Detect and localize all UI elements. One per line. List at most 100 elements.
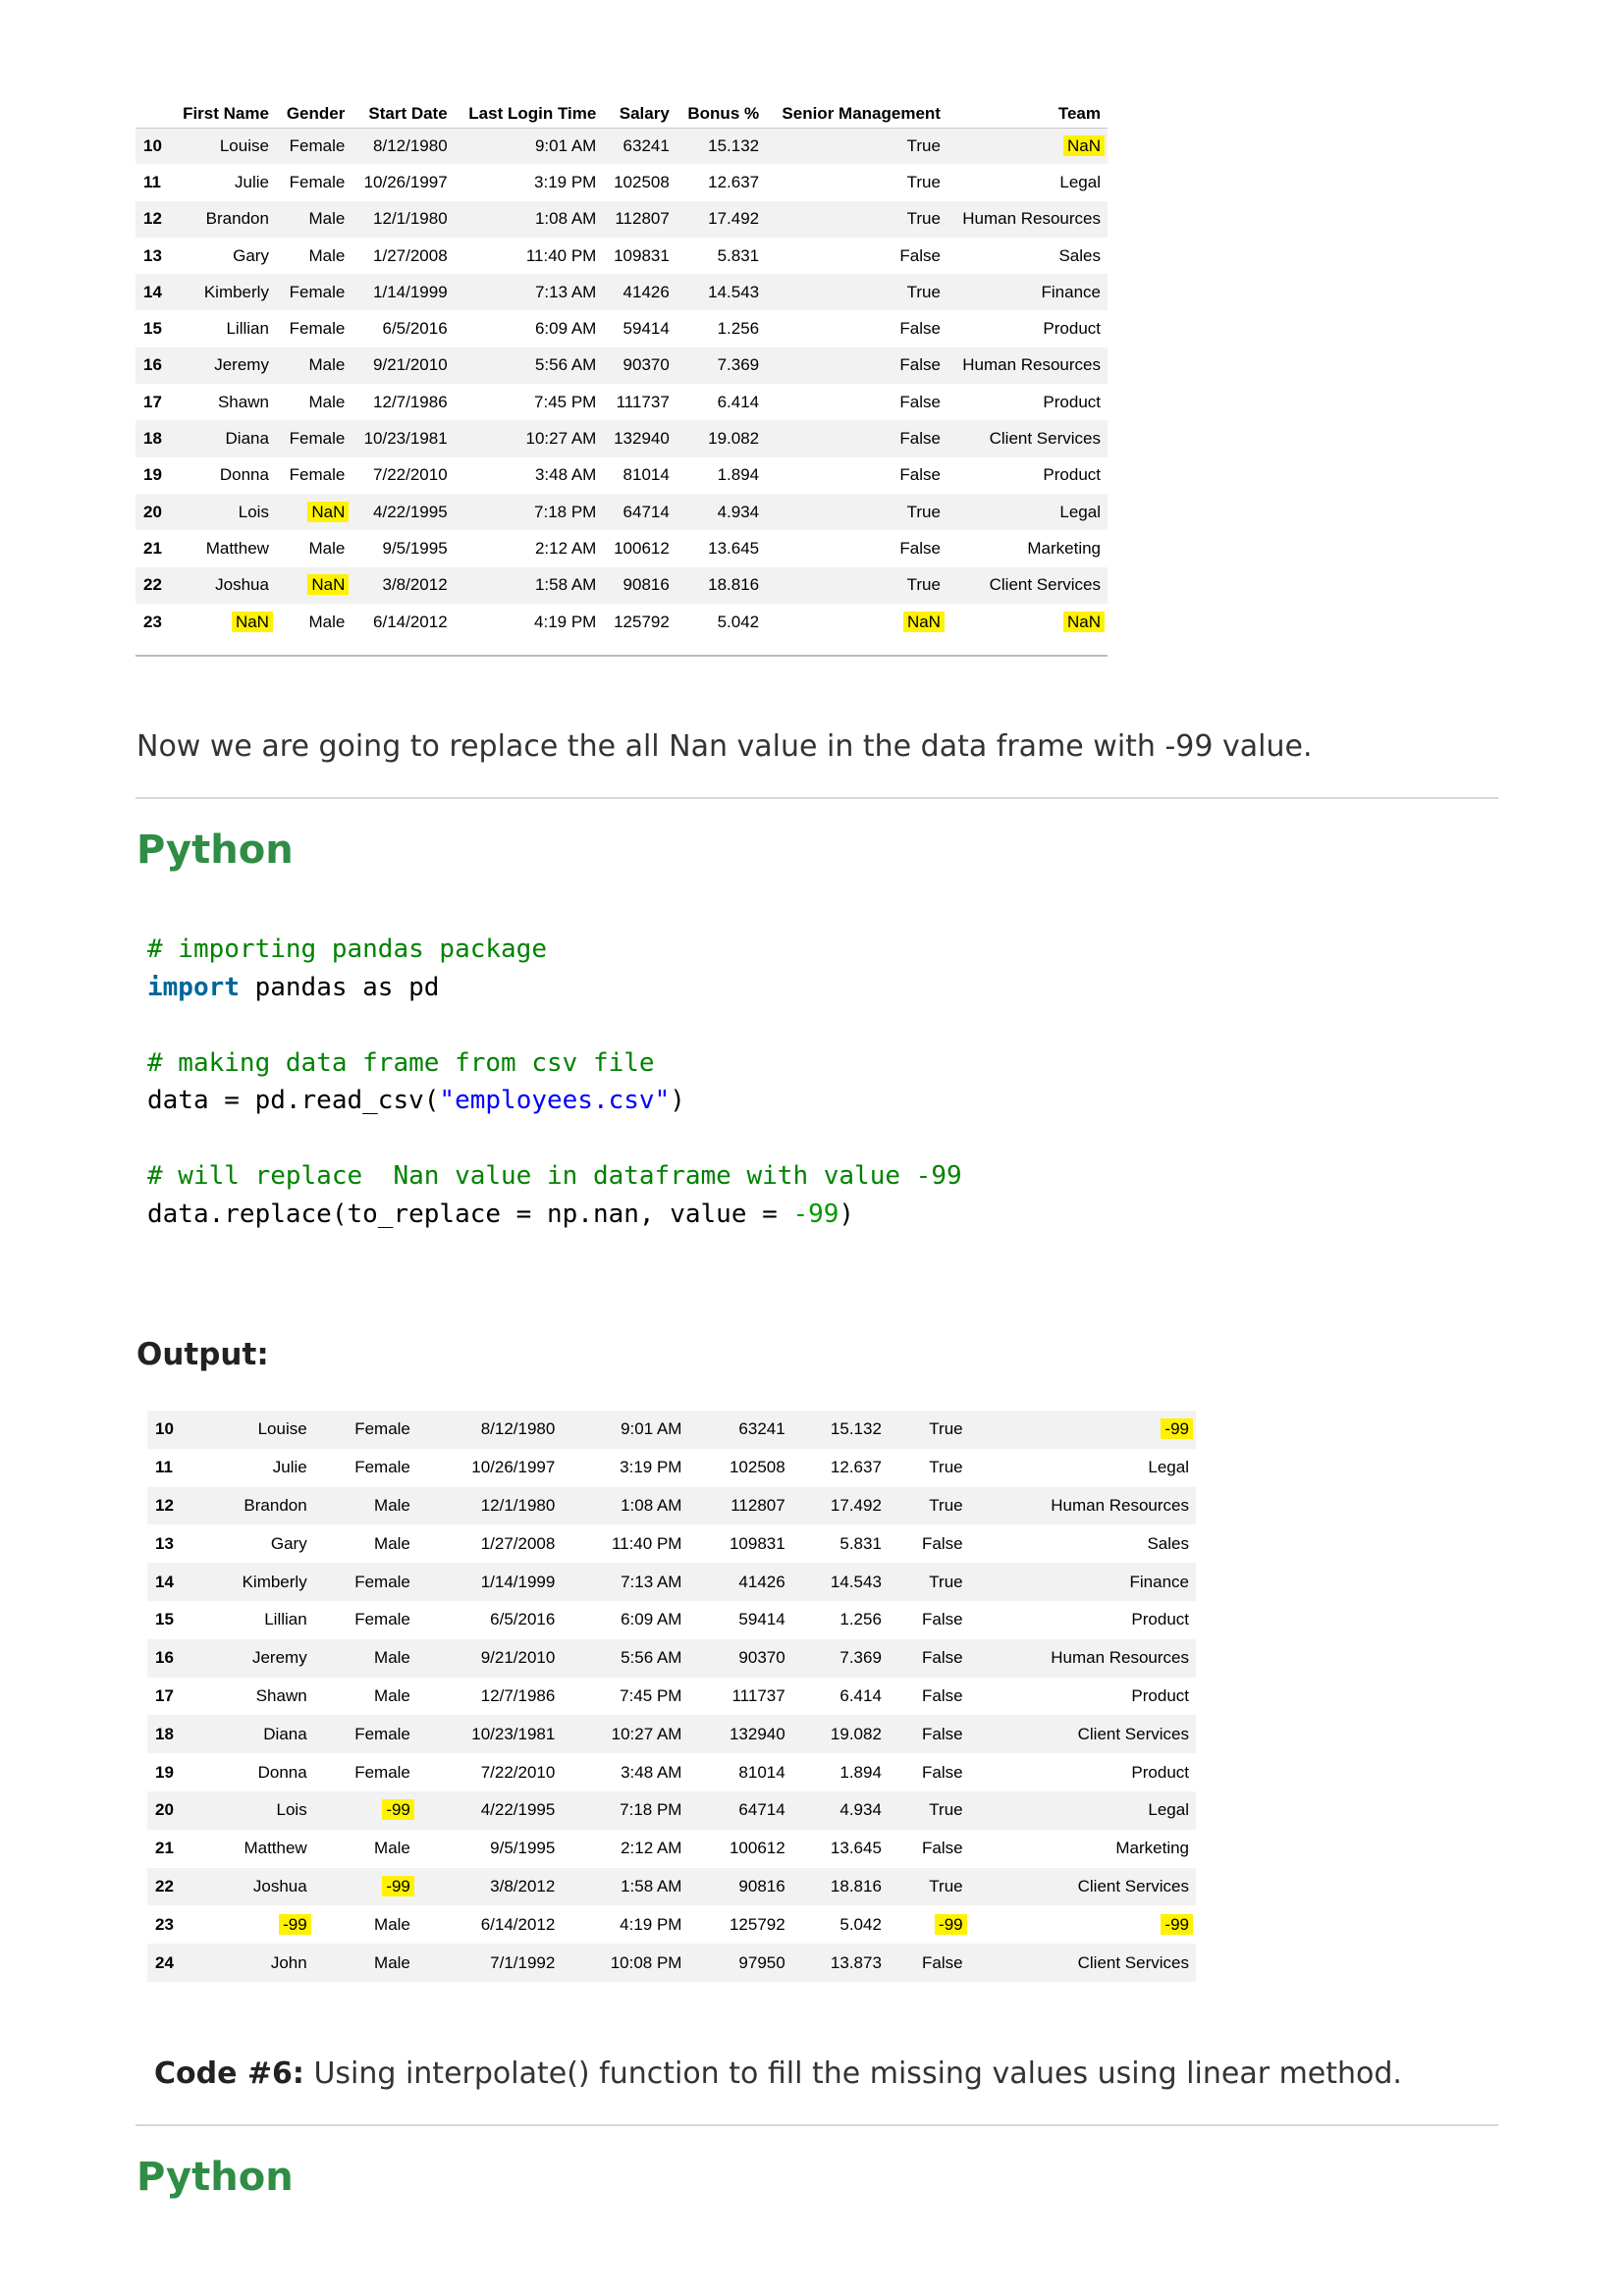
table-cell: Female (289, 319, 346, 339)
table-cell: 7.369 (717, 355, 760, 375)
table-cell: 8/12/1980 (480, 1419, 556, 1439)
code-language-heading: Python (136, 828, 294, 873)
table-cell: 7:18 PM (620, 1800, 682, 1820)
table-cell: NaN (766, 604, 947, 640)
table-cell: True (929, 1419, 963, 1439)
table-cell: Male (308, 355, 346, 375)
table-bottom-border (135, 655, 1108, 657)
table-cell: True (929, 1876, 963, 1896)
table-row: 11 Julie Female 10/26/1997 3:19 PM 102508 12.6… (135, 164, 1108, 201)
table-cell: 132940 (729, 1724, 785, 1743)
row-index: 18 (143, 429, 162, 449)
code-comment: # will replace Nan value in dataframe wi… (147, 1161, 962, 1191)
table-cell: False (899, 392, 941, 411)
table-cell: 1/27/2008 (480, 1533, 556, 1553)
table-cell: Male (374, 1952, 410, 1972)
row-index: 16 (155, 1648, 174, 1668)
table-cell: False (922, 1762, 963, 1782)
table-cell: False (922, 1533, 963, 1553)
table-cell: Female (289, 282, 346, 301)
table-row: 17 Shawn Male 12/7/1986 7:45 PM 111737 6.414 Fa… (147, 1677, 1196, 1716)
table-cell: NaN (276, 567, 352, 604)
table-cell: 4/22/1995 (480, 1800, 556, 1820)
table-cell: 41426 (738, 1572, 785, 1591)
table-cell: Legal (1059, 172, 1101, 191)
table-cell: Joshua (252, 1876, 307, 1896)
table-cell: 63241 (738, 1419, 785, 1439)
table-cell: 3/8/2012 (490, 1876, 556, 1896)
table-cell: Legal (1148, 1458, 1189, 1477)
row-index: 24 (155, 1952, 174, 1972)
table-cell: Shawn (255, 1685, 307, 1705)
table-cell: 11:40 PM (611, 1533, 682, 1553)
code-text: data = pd.read_csv( (147, 1086, 440, 1115)
table-cell: Diana (225, 429, 269, 449)
table-cell: Male (374, 1839, 410, 1858)
table-cell: Product (1131, 1610, 1189, 1629)
table-cell: 63241 (622, 135, 670, 155)
table-cell: 1:08 AM (534, 209, 597, 229)
table-cell: 4:19 PM (620, 1914, 682, 1934)
column-header: Salary (603, 100, 676, 129)
table-cell: Female (289, 172, 346, 191)
table-cell: Matthew (205, 538, 269, 558)
table-cell: Lois (276, 1800, 307, 1820)
table-row: 14 Kimberly Female 1/14/1999 7:13 AM 41426 14.… (135, 274, 1108, 311)
table-cell: 125792 (614, 612, 670, 631)
table-row: 24 John Male 7/1/1992 10:08 PM 97950 13.873 Fal… (147, 1944, 1196, 1982)
highlighted-value: NaN (1062, 611, 1105, 632)
table-cell: 7:45 PM (534, 392, 597, 411)
table-row: 20 Lois -99 4/22/1995 7:18 PM 64714 4.934 True L… (147, 1790, 1196, 1830)
table-cell: Jeremy (251, 1648, 307, 1668)
table-cell: 8/12/1980 (373, 135, 448, 155)
highlighted-value: -99 (1161, 1418, 1193, 1440)
table-cell: 10/23/1981 (363, 429, 448, 449)
column-header (135, 100, 171, 129)
table-cell: 90816 (738, 1876, 785, 1896)
table-cell: 6/5/2016 (490, 1610, 556, 1629)
code-text: data.replace(to_replace = np.nan, value … (147, 1199, 793, 1229)
table-cell: 81014 (622, 465, 670, 485)
table-cell: Female (354, 1458, 410, 1477)
table-row: 17 Shawn Male 12/7/1986 7:45 PM 111737 6.414 Fa… (135, 384, 1108, 421)
table-cell: Female (354, 1724, 410, 1743)
table-cell: 15.132 (830, 1419, 882, 1439)
table-cell: Female (289, 429, 346, 449)
row-index: 14 (155, 1572, 174, 1591)
table-cell: 6.414 (839, 1685, 882, 1705)
row-index: 15 (143, 319, 162, 339)
table-cell: Product (1043, 319, 1101, 339)
row-index: 17 (155, 1685, 174, 1705)
table-cell: Male (374, 1648, 410, 1668)
row-index: 13 (143, 245, 162, 265)
table-row: 18 Diana Female 10/23/1981 10:27 AM 132940 19.… (147, 1715, 1196, 1754)
table-cell: False (899, 319, 941, 339)
table-row: 19 Donna Female 7/22/2010 3:48 AM 81014 1.894 F… (135, 456, 1108, 494)
table-cell: 3:19 PM (620, 1458, 682, 1477)
highlighted-value: -99 (279, 1913, 311, 1935)
code-text: pandas as pd (239, 972, 440, 1002)
table-cell: 109831 (614, 245, 670, 265)
table-row: 21 Matthew Male 9/5/1995 2:12 AM 100612 13.645… (147, 1829, 1196, 1868)
table-cell: False (899, 429, 941, 449)
table-row: 15 Lillian Female 6/5/2016 6:09 AM 59414 1.256… (147, 1600, 1196, 1639)
table-cell: 4.934 (717, 502, 760, 521)
table-cell: False (922, 1648, 963, 1668)
table-cell: -99 (314, 1868, 417, 1906)
table-cell: -99 (314, 1791, 417, 1830)
table-cell: Female (354, 1419, 410, 1439)
table-cell: Client Services (1077, 1724, 1189, 1743)
code-string: "employees.csv" (439, 1086, 671, 1115)
table-cell: NaN (947, 128, 1108, 164)
column-header: Team (947, 100, 1108, 129)
table-cell: False (922, 1610, 963, 1629)
table-cell: Marketing (1027, 538, 1101, 558)
table-cell: 10/23/1981 (471, 1724, 556, 1743)
table-row: 20 Lois NaN 4/22/1995 7:18 PM 64714 4.934 True L… (135, 493, 1108, 531)
table-cell: True (906, 282, 941, 301)
row-index: 21 (155, 1839, 174, 1858)
table-cell: 13.645 (830, 1839, 882, 1858)
row-index: 16 (143, 355, 162, 375)
table-cell: Female (354, 1762, 410, 1782)
table-row: 14 Kimberly Female 1/14/1999 7:13 AM 41426 14.… (147, 1563, 1196, 1601)
